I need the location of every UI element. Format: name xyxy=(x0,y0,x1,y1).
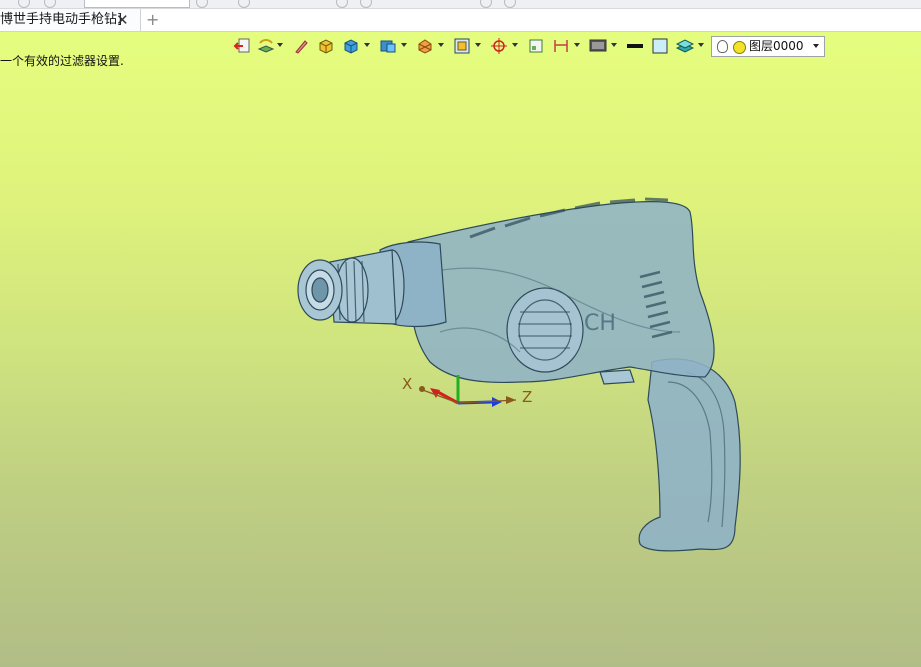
toolbar-circle-icon[interactable] xyxy=(196,0,208,8)
document-tab-bar: 博世手持电动手枪钻] ✕ + xyxy=(0,9,921,32)
toolbar-circle-icon[interactable] xyxy=(480,0,492,8)
document-tab-title: 博世手持电动手枪钻] xyxy=(0,12,123,27)
3d-viewport[interactable]: 一个有效的过滤器设置. 图层0000 CH X Z xyxy=(0,32,921,667)
toolbar-circle-icon[interactable] xyxy=(504,0,516,8)
z-extension-arrow xyxy=(506,396,516,404)
z-axis-label: Z xyxy=(522,388,532,406)
x-axis-label: X xyxy=(402,375,412,393)
filter-select[interactable] xyxy=(84,0,190,8)
document-tab[interactable]: 博世手持电动手枪钻] ✕ xyxy=(0,9,141,31)
drill-model[interactable]: CH xyxy=(297,197,741,552)
toolbar-circle-icon[interactable] xyxy=(18,0,30,8)
toolbar-circle-icon[interactable] xyxy=(336,0,348,8)
x-extension-dot xyxy=(419,386,425,392)
toolbar-circle-icon[interactable] xyxy=(44,0,56,8)
toolbar-circle-icon[interactable] xyxy=(238,0,250,8)
close-icon[interactable]: ✕ xyxy=(116,9,129,31)
add-tab-button[interactable]: + xyxy=(146,9,159,31)
toolbar-circle-icon[interactable] xyxy=(360,0,372,8)
z-axis-arrow xyxy=(492,397,502,407)
svg-text:CH: CH xyxy=(584,311,616,336)
model-scene: CH X Z xyxy=(297,197,741,552)
menu-strip xyxy=(0,0,921,9)
